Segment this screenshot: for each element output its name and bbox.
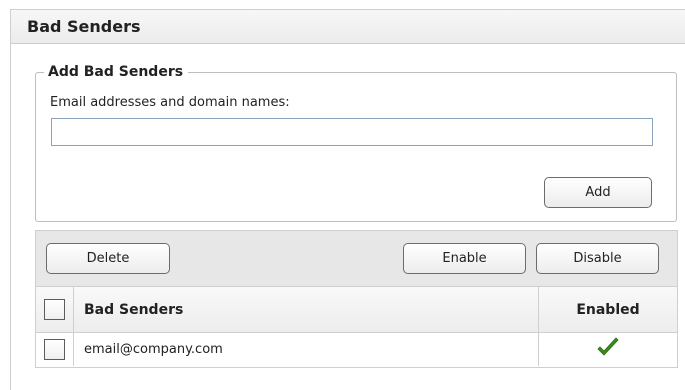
row-email: email@company.com [84,342,223,357]
checkmark-icon [596,337,620,363]
email-domain-input[interactable] [51,118,653,146]
disable-button[interactable]: Disable [536,243,659,274]
add-button[interactable]: Add [544,177,652,208]
email-domain-label: Email addresses and domain names: [50,95,290,110]
select-all-checkbox[interactable] [44,299,65,320]
enable-button[interactable]: Enable [403,243,526,274]
add-bad-senders-legend: Add Bad Senders [44,63,189,81]
column-header-bad-senders[interactable]: Bad Senders [84,287,183,333]
table-header-row: Bad Senders Enabled [36,287,677,333]
header-checkbox-cell [36,287,74,332]
row-checkbox-cell [36,333,74,366]
table-toolbar: Delete Enable Disable [36,231,677,287]
row-checkbox[interactable] [44,339,65,360]
delete-button[interactable]: Delete [46,243,170,274]
bad-senders-panel: Bad Senders Add Bad Senders Email addres… [10,9,685,390]
add-bad-senders-group: Add Bad Senders Email addresses and doma… [35,63,677,222]
table-row: email@company.com [36,333,677,366]
panel-title: Bad Senders [27,17,141,36]
panel-header: Bad Senders [11,10,685,44]
row-enabled-cell [539,333,677,366]
column-header-enabled[interactable]: Enabled [539,287,677,333]
bad-senders-table: Delete Enable Disable Bad Senders Enable… [35,230,678,368]
